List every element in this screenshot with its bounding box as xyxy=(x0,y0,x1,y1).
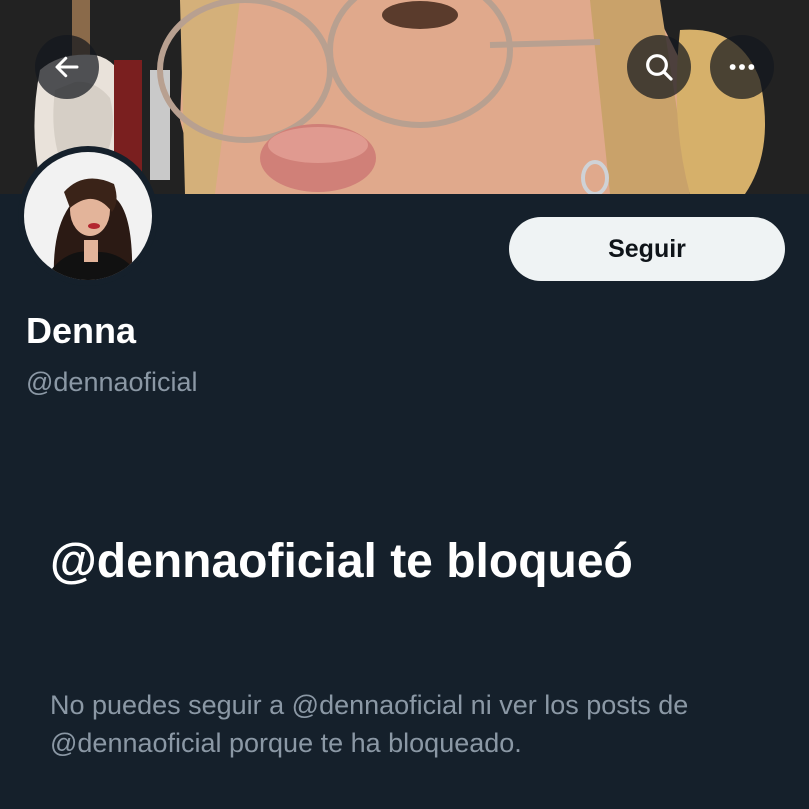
arrow-left-icon xyxy=(55,56,79,78)
more-options-button[interactable] xyxy=(710,35,774,99)
display-name: Denna xyxy=(26,310,137,351)
search-icon xyxy=(646,54,673,81)
search-button[interactable] xyxy=(627,35,691,99)
face-graphic xyxy=(157,0,690,194)
follow-button-label: Seguir xyxy=(608,234,686,263)
back-button[interactable] xyxy=(35,35,99,99)
more-horizontal-icon xyxy=(729,64,755,70)
avatar-image xyxy=(24,152,152,280)
profile-avatar[interactable] xyxy=(18,146,158,286)
user-handle: @dennaoficial xyxy=(26,367,198,397)
follow-button[interactable]: Seguir xyxy=(509,217,785,281)
blocked-description: No puedes seguir a @dennaoficial ni ver … xyxy=(50,690,689,758)
avatar-image-frame xyxy=(24,152,152,280)
blocked-title: @dennaoficial te bloqueó xyxy=(50,535,633,588)
